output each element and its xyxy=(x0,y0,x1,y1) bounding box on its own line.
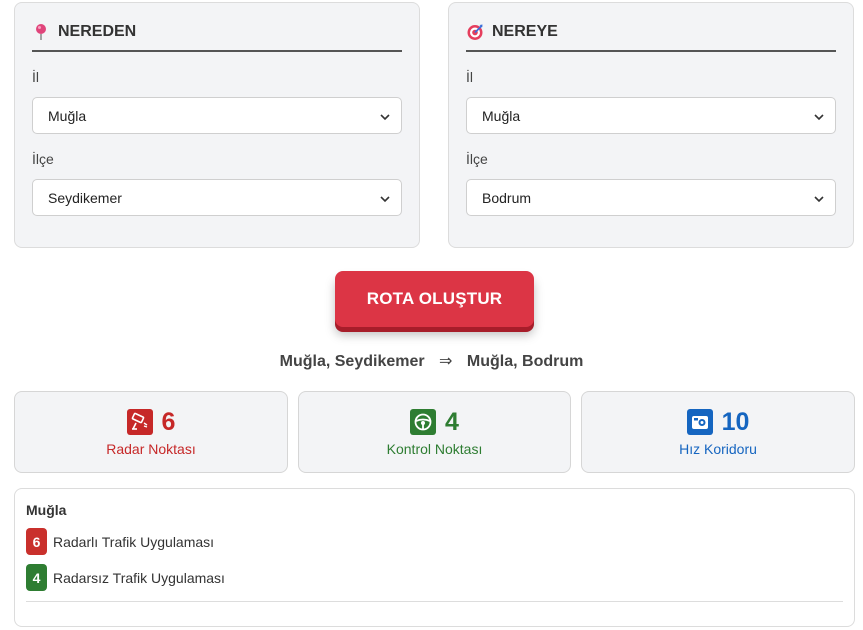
to-district-value: Bodrum xyxy=(482,189,532,206)
to-province-label: İl xyxy=(466,69,473,85)
from-province-label: İl xyxy=(32,69,39,85)
to-panel-header: NEREYE xyxy=(466,3,836,52)
route-arrow: ⇒ xyxy=(439,353,453,370)
route-from: Muğla, Seydikemer xyxy=(279,353,425,370)
speed-camera-icon xyxy=(686,409,713,435)
list-item: 6 Radarlı Trafik Uygulaması xyxy=(26,528,843,555)
from-panel-header: NEREDEN xyxy=(32,3,402,52)
steering-wheel-icon xyxy=(410,409,437,435)
control-label: Kontrol Noktası xyxy=(386,441,483,457)
to-panel-title: NEREYE xyxy=(492,22,558,40)
from-province-select[interactable]: Muğla xyxy=(32,97,402,134)
to-province-value: Muğla xyxy=(482,107,521,124)
details-province-title: Muğla xyxy=(26,502,67,518)
speed-corridor-stat-card: 10 Hız Koridoru xyxy=(581,391,855,473)
list-item: 4 Radarsız Trafik Uygulaması xyxy=(26,564,843,591)
from-panel: NEREDEN İl Muğla İlçe Seydikemer xyxy=(14,2,420,248)
from-panel-title: NEREDEN xyxy=(58,22,137,40)
radar-count: 6 xyxy=(161,407,176,436)
from-district-label: İlçe xyxy=(32,151,54,167)
target-icon xyxy=(466,23,484,41)
radar-camera-icon xyxy=(126,409,153,435)
speed-corridor-count: 10 xyxy=(721,407,750,436)
to-panel: NEREYE İl Muğla İlçe Bodrum xyxy=(448,2,854,248)
count-badge: 4 xyxy=(26,564,47,591)
radar-stat-card: 6 Radar Noktası xyxy=(14,391,288,473)
list-item-label: Radarlı Trafik Uygulaması xyxy=(53,533,215,550)
radar-label: Radar Noktası xyxy=(106,441,196,457)
speed-corridor-label: Hız Koridoru xyxy=(679,441,757,457)
to-district-label: İlçe xyxy=(466,151,488,167)
control-count: 4 xyxy=(445,407,459,436)
list-item-label: Radarsız Trafik Uygulaması xyxy=(53,569,225,586)
to-district-select[interactable]: Bodrum xyxy=(466,179,836,216)
chevron-down-icon xyxy=(813,192,825,208)
divider xyxy=(26,601,843,602)
province-details: Muğla 6 Radarlı Trafik Uygulaması 4 Rada… xyxy=(14,488,855,627)
from-district-select[interactable]: Seydikemer xyxy=(32,179,402,216)
count-badge: 6 xyxy=(26,528,47,555)
route-to: Muğla, Bodrum xyxy=(466,353,584,370)
from-district-value: Seydikemer xyxy=(48,189,122,206)
create-route-button[interactable]: ROTA OLUŞTUR xyxy=(335,271,534,327)
pin-icon xyxy=(32,23,50,41)
chevron-down-icon xyxy=(379,110,391,126)
route-summary: Muğla, Seydikemer ⇒ Muğla, Bodrum xyxy=(0,351,863,371)
from-province-value: Muğla xyxy=(48,107,87,124)
chevron-down-icon xyxy=(813,110,825,126)
to-province-select[interactable]: Muğla xyxy=(466,97,836,134)
chevron-down-icon xyxy=(379,192,391,208)
control-stat-card: 4 Kontrol Noktası xyxy=(298,391,571,473)
